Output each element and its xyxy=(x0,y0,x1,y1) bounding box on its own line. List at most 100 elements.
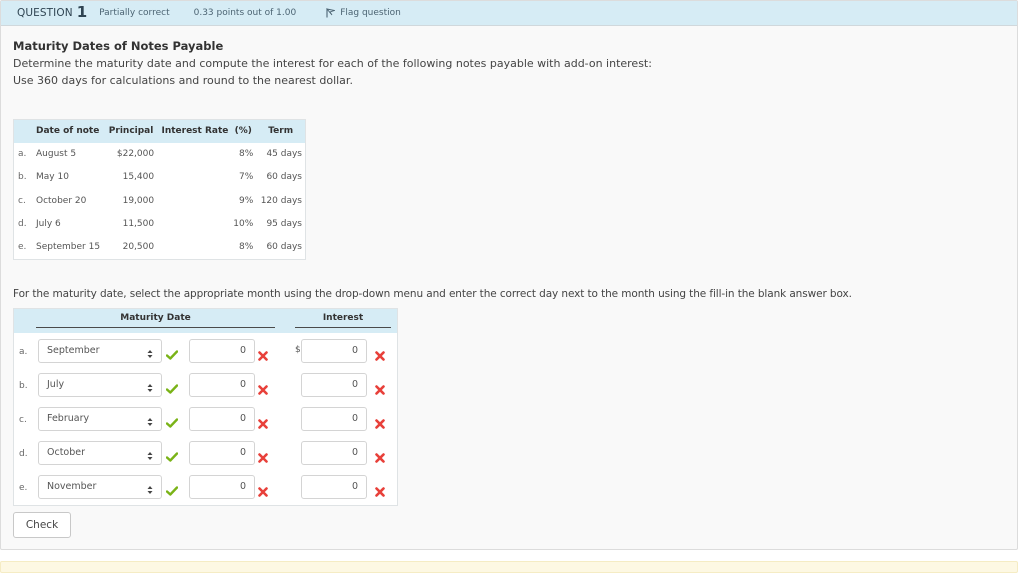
principal: 19,000 xyxy=(122,195,155,206)
answer-table: Maturity Date Interest a. September 0 $0 b. J… xyxy=(13,308,398,506)
principal: 11,500 xyxy=(122,219,155,230)
select-arrows-icon xyxy=(147,414,153,436)
principal: $22,000 xyxy=(116,149,155,160)
day-input[interactable]: 0 xyxy=(189,339,255,363)
col-principal: Principal xyxy=(108,126,154,137)
answer-table-header: Maturity Date Interest xyxy=(14,309,397,333)
note-date: May 10 xyxy=(36,172,69,183)
flag-label: Flag question xyxy=(340,8,401,18)
row-label: d. xyxy=(19,449,28,459)
notes-table-header: Date of note Principal Interest Rate (%)… xyxy=(13,119,306,143)
problem-description: Determine the maturity date and compute … xyxy=(13,57,652,70)
row-label: e. xyxy=(18,242,27,253)
answer-row: b. July 0 0 xyxy=(14,373,397,399)
x-icon xyxy=(375,380,385,399)
question-header: QUESTION 1 Partially correct 0.33 points… xyxy=(1,1,1017,26)
answer-row: a. September 0 $0 xyxy=(14,339,397,365)
feedback-panel xyxy=(0,561,1018,573)
month-value: September xyxy=(47,345,100,356)
notes-table-row: c. October 20 19,000 9% 120 days xyxy=(14,189,306,212)
interest-input[interactable]: 0 xyxy=(301,373,367,397)
notes-table-row: a. August 5 $22,000 8% 45 days xyxy=(14,143,306,166)
principal: 15,400 xyxy=(122,172,155,183)
interest-input[interactable]: 0 xyxy=(301,339,367,363)
day-input[interactable]: 0 xyxy=(189,441,255,465)
col-maturity-date: Maturity Date xyxy=(36,313,275,328)
row-label: e. xyxy=(19,483,28,493)
notes-table-row: b. May 10 15,400 7% 60 days xyxy=(14,166,306,189)
month-select[interactable]: October xyxy=(38,441,162,465)
term: 60 days xyxy=(266,242,302,253)
answer-row: c. February 0 0 xyxy=(14,407,397,433)
interest-rate: 8% xyxy=(239,242,254,253)
check-icon xyxy=(165,413,179,432)
check-icon xyxy=(165,345,179,364)
day-input[interactable]: 0 xyxy=(189,407,255,431)
flag-icon xyxy=(326,8,336,18)
problem-note: Use 360 days for calculations and round … xyxy=(13,74,353,87)
month-select[interactable]: September xyxy=(38,339,162,363)
principal: 20,500 xyxy=(122,242,155,253)
select-arrows-icon xyxy=(147,346,153,368)
col-interest: Interest xyxy=(295,313,391,328)
select-arrows-icon xyxy=(147,380,153,402)
interest-input[interactable]: 0 xyxy=(301,407,367,431)
x-icon xyxy=(258,346,268,365)
interest-rate: 7% xyxy=(239,172,254,183)
instructions: For the maturity date, select the approp… xyxy=(13,288,852,300)
question-label: QUESTION xyxy=(17,7,73,19)
x-icon xyxy=(258,448,268,467)
notes-table: Date of note Principal Interest Rate (%)… xyxy=(13,119,306,260)
month-value: July xyxy=(47,379,65,390)
row-label: d. xyxy=(18,219,27,230)
answer-row: d. October 0 0 xyxy=(14,441,397,467)
row-label: b. xyxy=(19,381,28,391)
note-date: September 15 xyxy=(36,242,101,253)
term: 60 days xyxy=(266,172,302,183)
col-term: Term xyxy=(268,126,294,137)
day-input[interactable]: 0 xyxy=(189,475,255,499)
term: 120 days xyxy=(260,195,302,206)
month-value: February xyxy=(47,413,90,424)
month-value: October xyxy=(47,447,86,458)
row-label: a. xyxy=(19,347,28,357)
month-select[interactable]: July xyxy=(38,373,162,397)
row-label: b. xyxy=(18,172,27,183)
flag-question-button[interactable]: Flag question xyxy=(326,8,401,18)
check-icon xyxy=(165,447,179,466)
day-input[interactable]: 0 xyxy=(189,373,255,397)
row-label: c. xyxy=(18,195,26,206)
interest-input[interactable]: 0 xyxy=(301,475,367,499)
interest-rate: 10% xyxy=(233,219,254,230)
term: 45 days xyxy=(266,149,302,160)
month-select[interactable]: November xyxy=(38,475,162,499)
row-label: a. xyxy=(18,149,27,160)
x-icon xyxy=(258,482,268,501)
x-icon xyxy=(375,448,385,467)
interest-rate: 9% xyxy=(239,195,254,206)
note-date: October 20 xyxy=(36,195,87,206)
notes-table-row: d. July 6 11,500 10% 95 days xyxy=(14,212,306,235)
check-button[interactable]: Check xyxy=(13,512,71,538)
points-text: 0.33 points out of 1.00 xyxy=(193,8,297,18)
status-text: Partially correct xyxy=(99,8,170,18)
x-icon xyxy=(258,380,268,399)
col-rate: Interest Rate (%) xyxy=(161,126,252,137)
interest-rate: 8% xyxy=(239,149,254,160)
check-icon xyxy=(165,379,179,398)
x-icon xyxy=(375,346,385,365)
select-arrows-icon xyxy=(147,482,153,504)
question-number: 1 xyxy=(76,3,88,21)
interest-input[interactable]: 0 xyxy=(301,441,367,465)
row-label: c. xyxy=(19,415,27,425)
month-select[interactable]: February xyxy=(38,407,162,431)
answer-row: e. November 0 0 xyxy=(14,475,397,501)
term: 95 days xyxy=(266,219,302,230)
col-date: Date of note xyxy=(36,126,100,137)
x-icon xyxy=(258,414,268,433)
note-date: August 5 xyxy=(36,149,77,160)
notes-table-row: e. September 15 20,500 8% 60 days xyxy=(14,236,306,260)
note-date: July 6 xyxy=(36,219,61,230)
month-value: November xyxy=(47,481,97,492)
select-arrows-icon xyxy=(147,448,153,470)
